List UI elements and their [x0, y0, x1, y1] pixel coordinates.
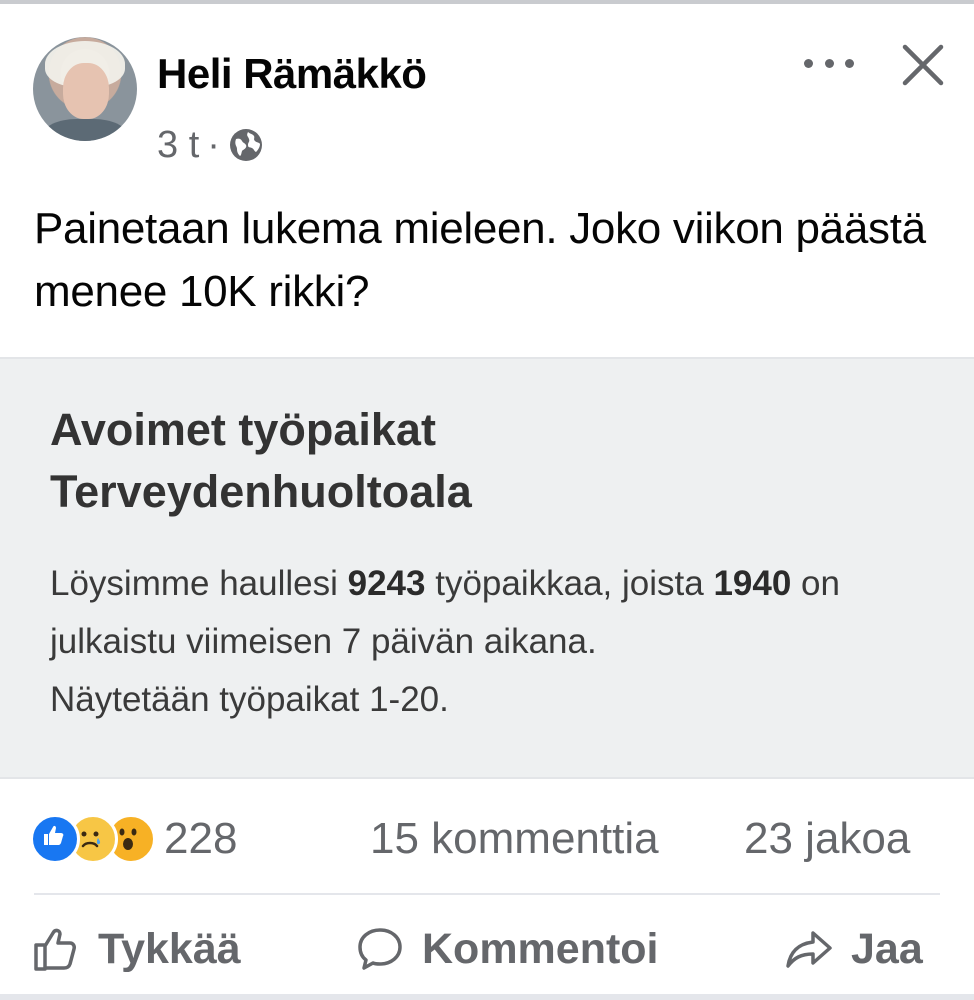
close-icon[interactable]	[898, 40, 948, 90]
post-text: Painetaan lukema mieleen. Joko viikon pä…	[34, 204, 926, 316]
share-button[interactable]: Jaa	[783, 917, 923, 981]
top-border	[0, 0, 974, 4]
share-label: Jaa	[851, 924, 923, 973]
meta-separator: ·	[207, 123, 220, 166]
divider	[34, 893, 940, 895]
comment-icon	[358, 928, 402, 970]
card-title-line-2: Terveydenhuoltoala	[50, 466, 472, 517]
card-body: Löysimme haullesi 9243 työpaikkaa, joist…	[50, 555, 930, 729]
comment-label: Kommentoi	[422, 924, 659, 973]
bottom-border	[0, 994, 974, 1000]
more-options-icon[interactable]	[804, 48, 854, 78]
post-meta: 3 t ·	[157, 122, 264, 168]
avatar[interactable]	[33, 37, 137, 141]
card-title: Avoimet työpaikat Terveydenhuoltoala	[50, 399, 472, 523]
reaction-count: 228	[164, 814, 238, 863]
card-body-mid: työpaikkaa, joista	[425, 564, 714, 603]
avatar-shirt	[43, 119, 127, 141]
comment-count[interactable]: 15 kommenttia	[370, 814, 659, 864]
engagement-stats: 228 15 kommenttia 23 jakoa	[0, 800, 974, 880]
card-body-line-3: Näytetään työpaikat 1-20.	[50, 680, 449, 719]
thumbs-up-icon	[34, 928, 76, 971]
comment-button[interactable]: Kommentoi	[354, 917, 659, 981]
post-time[interactable]: 3 t	[157, 124, 199, 167]
share-count[interactable]: 23 jakoa	[744, 814, 910, 864]
globe-icon	[229, 129, 262, 161]
like-reaction-icon	[30, 814, 80, 864]
total-job-count: 9243	[347, 564, 426, 603]
card-body-prefix: Löysimme haullesi	[50, 564, 348, 603]
shared-image-card[interactable]: Avoimet työpaikat Terveydenhuoltoala Löy…	[0, 357, 974, 779]
avatar-face	[63, 63, 109, 119]
like-button[interactable]: Tykkää	[30, 917, 241, 981]
author-name[interactable]: Heli Rämäkkö	[157, 50, 427, 98]
recent-job-count: 1940	[713, 564, 792, 603]
card-title-line-1: Avoimet työpaikat	[50, 404, 436, 455]
like-label: Tykkää	[98, 924, 241, 973]
share-icon	[786, 931, 832, 968]
reaction-summary[interactable]: 228	[30, 814, 237, 864]
